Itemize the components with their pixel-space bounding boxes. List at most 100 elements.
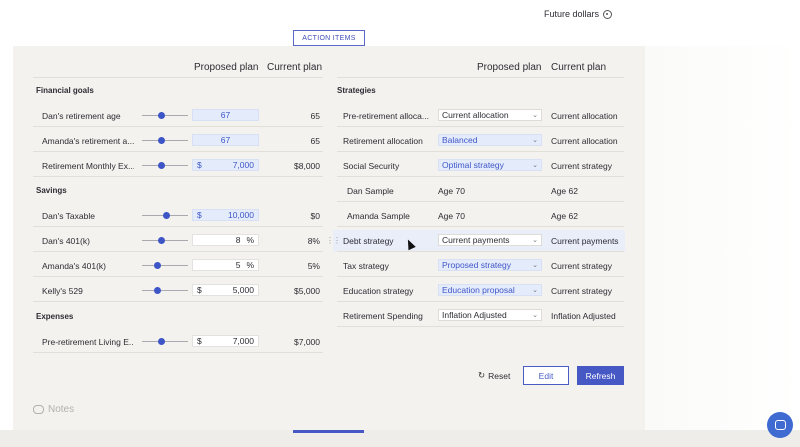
strategy-select[interactable]: Education proposal ⌄ bbox=[438, 284, 542, 296]
edit-button[interactable]: Edit bbox=[523, 366, 569, 385]
strategy-label: Debt strategy bbox=[343, 236, 394, 246]
value-slider[interactable] bbox=[142, 336, 188, 346]
value-slider[interactable] bbox=[142, 135, 188, 145]
value-input[interactable]: 5% bbox=[192, 259, 259, 271]
strategy-select[interactable]: Current payments ⌄ bbox=[438, 234, 542, 246]
strategy-select[interactable]: Current allocation ⌄ bbox=[438, 109, 542, 121]
input-value: 8 bbox=[235, 235, 241, 245]
input-value: 7,000 bbox=[232, 160, 254, 170]
reset-button[interactable]: ↻ Reset bbox=[478, 370, 510, 381]
current-strategy: Current payments bbox=[551, 236, 619, 246]
current-strategy: Current strategy bbox=[551, 161, 612, 171]
strategy-label: Social Security bbox=[343, 161, 400, 171]
slider-track bbox=[142, 239, 188, 241]
value-input[interactable]: 67 bbox=[192, 134, 259, 146]
slider-thumb[interactable] bbox=[158, 161, 165, 169]
current-strategy: Current strategy bbox=[551, 286, 612, 296]
slider-thumb[interactable] bbox=[163, 211, 170, 219]
row-label: Kelly's 529 bbox=[42, 286, 83, 296]
section-title-savings: Savings bbox=[36, 186, 67, 195]
row-divider bbox=[337, 276, 624, 277]
slider-thumb[interactable] bbox=[158, 111, 165, 119]
value-input[interactable]: 67 bbox=[192, 109, 259, 121]
value-slider[interactable] bbox=[142, 110, 188, 120]
strategy-label: Education strategy bbox=[343, 286, 414, 296]
strategy-select[interactable]: Balanced ⌄ bbox=[438, 134, 542, 146]
strategies-title: Strategies bbox=[337, 86, 376, 95]
chevron-down-icon: ⌄ bbox=[532, 287, 538, 294]
slider-thumb[interactable] bbox=[158, 136, 165, 144]
left-proposed-header: Proposed plan bbox=[194, 62, 259, 73]
current-value: $5,000 bbox=[294, 286, 320, 296]
row-label: Pre-retirement Living E... bbox=[42, 337, 134, 347]
left-current-header: Current plan bbox=[267, 62, 323, 73]
row-divider bbox=[33, 151, 323, 152]
currency-symbol: $ bbox=[197, 285, 202, 295]
bottom-tab-indicator bbox=[293, 430, 364, 433]
slider-thumb[interactable] bbox=[154, 286, 161, 294]
slider-track bbox=[142, 340, 188, 342]
strategy-select[interactable]: Proposed strategy ⌄ bbox=[438, 259, 542, 271]
drag-handle-icon[interactable]: ⋮⋮ bbox=[326, 236, 341, 245]
row-divider bbox=[337, 226, 624, 227]
value-slider[interactable] bbox=[142, 210, 188, 220]
refresh-button[interactable]: Refresh bbox=[577, 366, 624, 385]
row-label: Amanda's 401(k) bbox=[42, 261, 106, 271]
strategy-label: Tax strategy bbox=[343, 261, 389, 271]
current-value: 65 bbox=[310, 136, 320, 146]
select-value: Inflation Adjusted bbox=[442, 310, 507, 320]
chat-launcher-button[interactable] bbox=[767, 412, 793, 438]
current-strategy: Age 62 bbox=[551, 186, 578, 196]
slider-thumb[interactable] bbox=[158, 337, 165, 345]
value-input[interactable]: $7,000 bbox=[192, 335, 259, 347]
value-input[interactable]: $5,000 bbox=[192, 284, 259, 296]
strategy-select[interactable]: Inflation Adjusted ⌄ bbox=[438, 309, 542, 321]
header-divider bbox=[33, 77, 323, 78]
chat-icon bbox=[774, 420, 786, 430]
strategy-select[interactable]: Optimal strategy ⌄ bbox=[438, 159, 542, 171]
row-divider bbox=[337, 126, 624, 127]
currency-symbol: $ bbox=[197, 336, 202, 346]
input-value: 5,000 bbox=[232, 285, 254, 295]
reset-label: Reset bbox=[488, 370, 511, 381]
row-label: Dan's 401(k) bbox=[42, 236, 90, 246]
row-label: Dan's Taxable bbox=[42, 211, 95, 221]
current-strategy: Current allocation bbox=[551, 136, 618, 146]
proposed-value: Age 70 bbox=[438, 186, 465, 196]
current-value: 5% bbox=[307, 261, 320, 271]
row-label: Retirement Monthly Ex... bbox=[42, 161, 134, 171]
value-input[interactable]: $7,000 bbox=[192, 159, 259, 171]
value-slider[interactable] bbox=[142, 235, 188, 245]
slider-thumb[interactable] bbox=[158, 236, 165, 244]
current-strategy: Age 62 bbox=[551, 211, 578, 221]
value-slider[interactable] bbox=[142, 285, 188, 295]
section-title-financial_goals: Financial goals bbox=[36, 86, 94, 95]
slider-thumb[interactable] bbox=[154, 261, 161, 269]
row-divider bbox=[337, 201, 624, 202]
row-divider bbox=[337, 251, 624, 252]
right-header-divider bbox=[337, 77, 624, 78]
current-value: 8% bbox=[307, 236, 320, 246]
row-divider bbox=[337, 151, 624, 152]
gear-icon[interactable] bbox=[603, 9, 612, 19]
strategy-label: Dan Sample bbox=[347, 186, 394, 196]
notes-toggle[interactable]: Notes bbox=[33, 404, 74, 415]
action-items-tab[interactable]: ACTION ITEMS bbox=[293, 30, 365, 46]
row-label: Amanda's retirement a... bbox=[42, 136, 134, 146]
select-value: Education proposal bbox=[442, 285, 515, 295]
slider-track bbox=[142, 114, 188, 116]
value-input[interactable]: 8% bbox=[192, 234, 259, 246]
current-value: $7,000 bbox=[294, 337, 320, 347]
percent-symbol: % bbox=[246, 235, 254, 245]
future-dollars-toggle[interactable]: Future dollars bbox=[544, 9, 612, 19]
slider-track bbox=[142, 164, 188, 166]
select-value: Proposed strategy bbox=[442, 260, 511, 270]
value-slider[interactable] bbox=[142, 260, 188, 270]
current-strategy: Current strategy bbox=[551, 261, 612, 271]
strategy-label: Pre-retirement alloca... bbox=[343, 111, 429, 121]
comment-icon bbox=[33, 405, 44, 414]
value-slider[interactable] bbox=[142, 160, 188, 170]
section-title-expenses: Expenses bbox=[36, 312, 74, 321]
current-value: $8,000 bbox=[294, 161, 320, 171]
value-input[interactable]: $10,000 bbox=[192, 209, 259, 221]
